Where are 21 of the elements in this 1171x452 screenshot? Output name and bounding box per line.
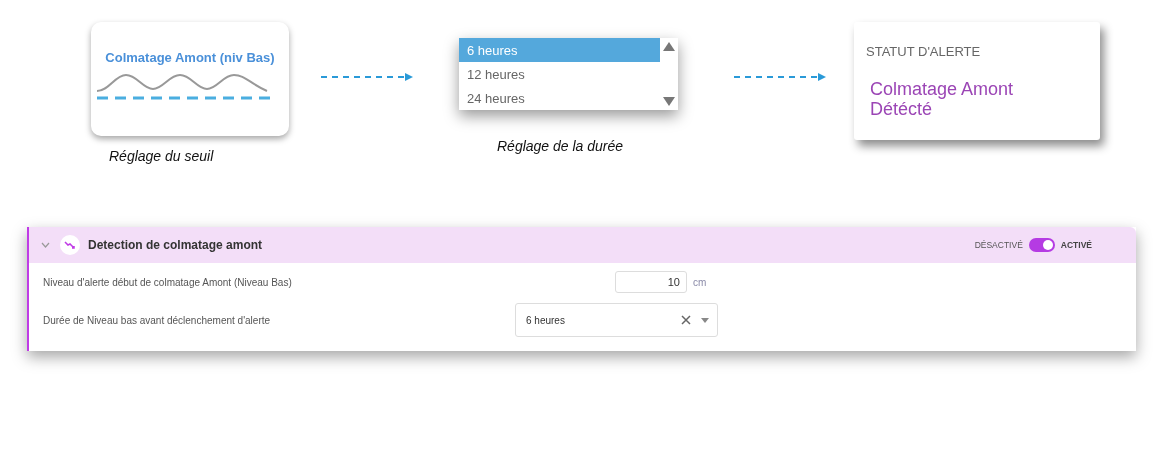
caption: Réglage du seuil — [109, 148, 215, 164]
trend-down-icon — [60, 235, 80, 255]
chevron-icon[interactable] — [41, 242, 50, 248]
caption: Réglage de la durée — [497, 138, 625, 154]
duration-select[interactable]: 6 heures — [515, 303, 718, 337]
scroll-up-icon[interactable] — [663, 42, 675, 51]
clear-icon[interactable] — [681, 315, 691, 325]
toggle-on-label: ACTIVÉ — [1060, 240, 1092, 250]
scroll-down-icon[interactable] — [663, 97, 675, 106]
toggle-switch[interactable] — [1028, 238, 1055, 252]
list-option[interactable]: 24 heures — [459, 86, 660, 110]
number-field[interactable]: 10 — [615, 271, 687, 293]
card-title: Colmatage Amont (niv Bas) — [104, 50, 276, 65]
unit-label: cm — [693, 276, 707, 288]
panel-title: Detection de colmatage amont — [88, 238, 263, 252]
alert-label: STATUT D'ALERTE — [866, 44, 982, 59]
caret-icon[interactable] — [701, 317, 709, 323]
toggle-off-label: DÉSACTIVÉ — [974, 240, 1023, 250]
alert-status: Colmatage Amont Détécté — [870, 79, 1015, 119]
field-label: Niveau d'alerte début de colmatage Amont (Niveau Bas) — [43, 276, 293, 288]
field-label: Durée de Niveau bas avant déclenchement d'alerte — [43, 314, 272, 326]
